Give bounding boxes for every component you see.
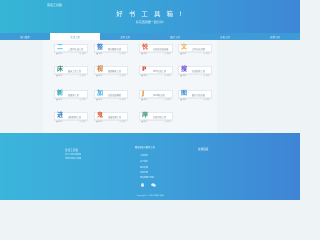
tool-card[interactable]: 搜 在线搜索工具 ● 网址 ◷ 访问 (178, 66, 212, 77)
hero-title: 好 书 工 具 箱 ! (116, 10, 184, 18)
tool-card[interactable]: 加 在线加密解密 ● 网址 ◷ 访问 (94, 90, 128, 101)
tool-card-stat: ◷ 访问 (79, 120, 86, 123)
tool-card-stat: ◷ 访问 (164, 52, 171, 55)
site-logo-text[interactable]: 贤哥工具箱 (47, 3, 62, 7)
tool-card[interactable]: 进 进制转换工具 ● 网址 ◷ 访问 (54, 112, 88, 123)
tool-card[interactable]: P PDF在线工具 ● 网址 ◷ 访问 (139, 66, 173, 77)
footer-link[interactable]: 工具首页 (140, 154, 148, 157)
tool-card[interactable]: 岸 在线岸线工具 ● 网址 ◷ 访问 (139, 112, 173, 123)
tool-card-stat: ◷ 访问 (119, 98, 126, 101)
tool-card[interactable]: 鬼 鬼畜视频工具 ● 网址 ◷ 访问 (94, 112, 128, 123)
tool-card-meta: ● 网址 (180, 52, 187, 55)
tool-card-meta: ● 网址 (141, 52, 148, 55)
tab-dev[interactable]: 开发工具 (200, 33, 250, 40)
wechat-icon[interactable] (151, 183, 156, 187)
footer-links-heading: 网站导航与推荐工具 (135, 146, 155, 149)
tool-card-meta: ● 网址 (141, 74, 148, 77)
footer-brand: 贤哥工具箱 (65, 149, 78, 152)
tool-card-meta: ● 网址 (56, 98, 63, 101)
tab-hot[interactable]: 热门推荐 (0, 33, 50, 40)
footer-link[interactable]: 关于我们 (140, 160, 148, 163)
hero-subtitle: 好东西就要一起分享! (135, 20, 165, 24)
tool-card[interactable]: 二 二维码生成工具 ● 网址 ◷ 访问 (54, 44, 88, 55)
footer (0, 133, 300, 200)
tool-card-meta: ● 网址 (141, 98, 148, 101)
footer-link[interactable]: 免责声明 (140, 171, 148, 174)
tool-card-stat: ◷ 访问 (79, 74, 86, 77)
tool-card-meta: ● 网址 (56, 120, 63, 123)
tool-card-stat: ◷ 访问 (119, 52, 126, 55)
tool-card-meta: ● 网址 (96, 74, 103, 77)
tool-card-stat: ◷ 访问 (79, 52, 86, 55)
tool-card-meta: ● 网址 (141, 120, 148, 123)
tab-other[interactable]: 其他工具 (250, 33, 300, 40)
tool-card-meta: ● 网址 (180, 74, 187, 77)
tool-card-stat: ◷ 访问 (79, 98, 86, 101)
tool-card-meta: ● 网址 (56, 74, 63, 77)
tool-card[interactable]: 文 文件格式转换 ● 网址 ◷ 访问 (178, 44, 212, 55)
tool-card[interactable]: 图 图片在线压缩 ● 网址 ◷ 访问 (178, 90, 212, 101)
tool-card-stat: ◷ 访问 (119, 120, 126, 123)
friend-links-heading[interactable]: 友情链接 (198, 147, 208, 151)
tool-card[interactable]: 视 视频解析工具 ● 网址 ◷ 访问 (94, 66, 128, 77)
tool-card-stat: ◷ 访问 (164, 120, 171, 123)
tool-card-stat: ◷ 访问 (164, 98, 171, 101)
tool-card-stat: ◷ 访问 (203, 74, 210, 77)
tool-card-meta: ● 网址 (96, 98, 103, 101)
tab-life[interactable]: 生活工具 (50, 33, 100, 40)
tool-card[interactable]: 床 图床上传工具 ● 网址 ◷ 访问 (54, 66, 88, 77)
category-tabs: 热门推荐 生活工具 文本工具 图片工具 开发工具 其他工具 (0, 33, 300, 40)
tool-card-meta: ● 网址 (180, 98, 187, 101)
tool-card[interactable]: 整 整句翻译在线 ● 网址 ◷ 访问 (94, 44, 128, 55)
top-banner (0, 0, 300, 36)
tool-card-stat: ◷ 访问 (119, 74, 126, 77)
social-links (140, 183, 156, 187)
qq-icon[interactable] (140, 183, 145, 187)
footer-link[interactable]: 网站地图与导航 (140, 176, 154, 179)
tool-card[interactable]: J JSON格式化 ● 网址 ◷ 访问 (139, 90, 173, 101)
tab-image[interactable]: 图片工具 (150, 33, 200, 40)
tool-card-meta: ● 网址 (96, 120, 103, 123)
tool-card-stat: ◷ 访问 (164, 74, 171, 77)
tool-card[interactable]: 新 新媒体工具 ● 网址 ◷ 访问 (54, 90, 88, 101)
tool-card-stat: ◷ 访问 (203, 98, 210, 101)
tab-text[interactable]: 文本工具 (100, 33, 150, 40)
tool-card[interactable]: 悦 在线悦读阅读器 ● 网址 ◷ 访问 (139, 44, 173, 55)
copyright: Copyright © 2024 贤哥工具箱 (136, 195, 164, 197)
tool-card-meta: ● 网址 (96, 52, 103, 55)
tool-card-meta: ● 网址 (56, 52, 63, 55)
footer-link[interactable]: 意见反馈 (140, 166, 148, 169)
tool-card-stat: ◷ 访问 (203, 52, 210, 55)
footer-line: 热门工具在线使用 (65, 154, 82, 156)
footer-line: 免费好用的工具箱 (65, 158, 82, 160)
